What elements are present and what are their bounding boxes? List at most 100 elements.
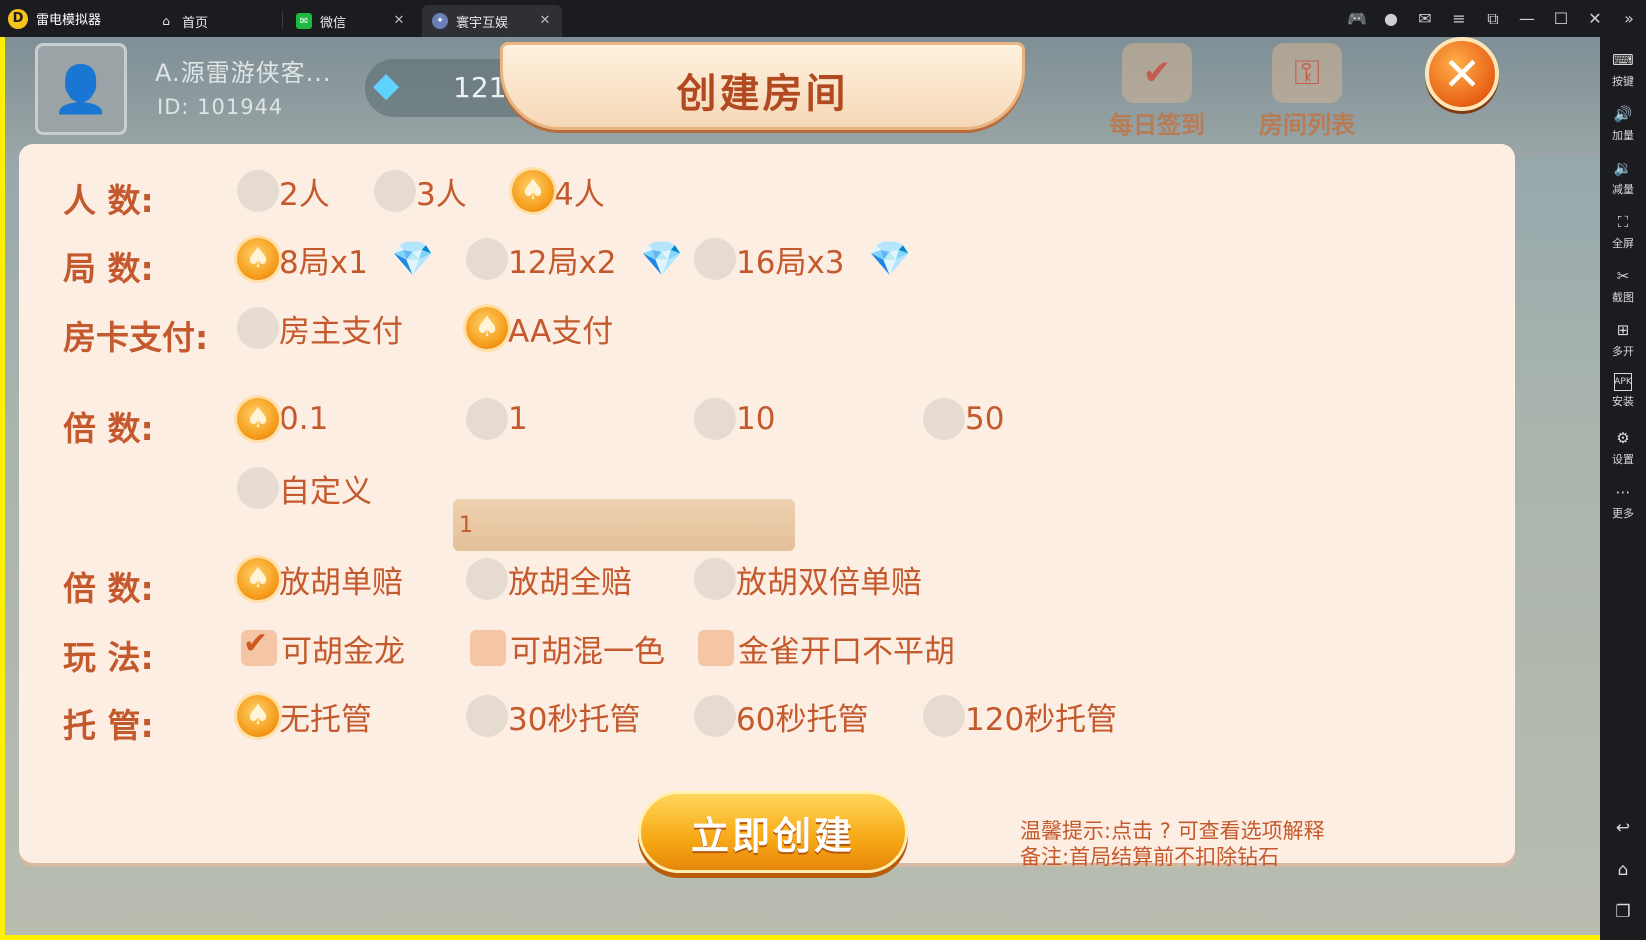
sidebar-item-volume-up[interactable]: 🔊 加量: [1600, 103, 1646, 155]
multiplier-option-1[interactable]: 1: [466, 397, 528, 441]
sidebar-item-fullscreen[interactable]: ⛶ 全屏: [1600, 211, 1646, 263]
diamond-icon: ◆: [373, 65, 400, 105]
sidebar-item-install[interactable]: APK 安装: [1600, 373, 1646, 425]
option-label: 50: [965, 401, 1005, 437]
multiplier-option-10[interactable]: 10: [694, 397, 775, 441]
payment-option-aa[interactable]: AA支付: [466, 306, 613, 350]
auto-option-60s[interactable]: 60秒托管: [694, 694, 868, 738]
multiplier-option-50[interactable]: 50: [923, 397, 1004, 441]
mail-icon[interactable]: ✉: [1408, 0, 1442, 37]
daily-checkin-button[interactable]: ✔ 每日签到: [1102, 43, 1212, 143]
auto-option-30s[interactable]: 30秒托管: [466, 694, 640, 738]
option-label: 无托管: [279, 701, 372, 738]
rounds-option-8[interactable]: 8局x1 💎: [237, 237, 434, 281]
note-text: 备注:首局结算前不扣除钻石: [1020, 845, 1280, 869]
rule-checkbox-golden-sparrow[interactable]: 金雀开口不平胡: [698, 626, 955, 670]
payment-label: 房卡支付:: [63, 318, 209, 357]
sidebar-item-screenshot[interactable]: ✂ 截图: [1600, 265, 1646, 317]
option-label: 60秒托管: [736, 701, 869, 738]
radio: [694, 238, 736, 280]
checkin-scroll-icon: ✔: [1122, 43, 1192, 103]
tab-wechat[interactable]: ✉ 微信 ✕: [286, 5, 416, 37]
custom-multiplier-input[interactable]: 1: [453, 499, 795, 551]
multiplier-option-0.1[interactable]: 0.1: [237, 397, 328, 441]
option-label: 3人: [416, 176, 467, 213]
radio: [237, 307, 279, 349]
players-option-2[interactable]: 2人: [237, 169, 330, 213]
option-label: 4人: [554, 176, 605, 213]
option-label: 10: [736, 401, 776, 437]
room-list-button[interactable]: ⚿ 房间列表: [1252, 43, 1362, 143]
payout-option-single[interactable]: 放胡单赔: [237, 557, 403, 601]
create-room-button[interactable]: 立即创建: [638, 791, 908, 873]
sidebar-item-volume-down[interactable]: 🔉 减量: [1600, 157, 1646, 209]
option-label: AA支付: [508, 313, 614, 350]
radio-selected: [237, 398, 279, 440]
gamepad-icon[interactable]: 🎮: [1340, 0, 1374, 37]
multiplier-option-custom[interactable]: 自定义: [237, 466, 372, 510]
sidebar-item-multi[interactable]: ⊞ 多开: [1600, 319, 1646, 371]
back-icon[interactable]: ↩: [1600, 810, 1646, 846]
option-label: 自定义: [279, 473, 372, 510]
rounds-label: 局 数:: [63, 249, 154, 288]
volume-up-icon: 🔊: [1613, 105, 1633, 123]
menu-icon[interactable]: ≡: [1442, 0, 1476, 37]
option-label: 可胡混一色: [510, 633, 665, 670]
user-name: A.源雷游侠客...: [155, 59, 332, 87]
scissors-icon: ✂: [1616, 267, 1630, 285]
maximize-icon[interactable]: ☐: [1544, 0, 1578, 37]
rule-checkbox-golden-dragon[interactable]: 可胡金龙: [241, 626, 405, 670]
avatar[interactable]: 👤: [35, 43, 127, 135]
multi-open-icon: ⊞: [1616, 321, 1630, 339]
game-screen: 👤 A.源雷游侠客... ID: 101944 ◆ 12199 ✔ 每日签到 ⚿…: [5, 37, 1600, 935]
radio: [466, 238, 508, 280]
close-tab-icon[interactable]: ✕: [392, 14, 406, 28]
sidebar-item-label: 减量: [1612, 183, 1634, 196]
tab-game[interactable]: ✦ 寰宇互娱 ✕: [422, 5, 562, 37]
home-nav-icon[interactable]: ⌂: [1600, 852, 1646, 888]
gear-icon: ⚙: [1616, 429, 1630, 447]
close-icon: ✕: [1442, 47, 1482, 101]
account-icon[interactable]: ●: [1374, 0, 1408, 37]
option-label: 8局x1: [279, 244, 368, 281]
option-label: 放胡单赔: [279, 564, 403, 601]
close-tab-icon[interactable]: ✕: [538, 14, 552, 28]
sidebar-item-keys[interactable]: ⌨ 按键: [1600, 49, 1646, 101]
sidebar-item-label: 多开: [1612, 345, 1634, 358]
volume-down-icon: 🔉: [1613, 159, 1633, 177]
recent-apps-icon[interactable]: ❐: [1600, 894, 1646, 930]
restore-icon[interactable]: ⧉: [1476, 0, 1510, 37]
checkbox: [698, 630, 734, 666]
payout-option-all[interactable]: 放胡全赔: [466, 557, 632, 601]
close-window-icon[interactable]: ✕: [1578, 0, 1612, 37]
radio-selected: [512, 170, 554, 212]
auto-option-none[interactable]: 无托管: [237, 694, 372, 738]
rule-checkbox-mixed-suit[interactable]: 可胡混一色: [470, 626, 665, 670]
close-dialog-button[interactable]: ✕: [1425, 37, 1499, 111]
payout-option-double[interactable]: 放胡双倍单赔: [694, 557, 922, 601]
payout-label: 倍 数:: [63, 569, 154, 608]
payment-option-host[interactable]: 房主支付: [237, 306, 403, 350]
more-icon: ⋯: [1615, 483, 1631, 501]
diamond-icon: 💎: [868, 239, 911, 279]
rounds-option-16[interactable]: 16局x3 💎: [694, 237, 911, 281]
checkbox-checked: [241, 626, 277, 666]
rounds-option-12[interactable]: 12局x2 💎: [466, 237, 683, 281]
collapse-sidebar-icon[interactable]: »: [1612, 0, 1646, 37]
radio: [923, 398, 965, 440]
wechat-icon: ✉: [296, 13, 312, 29]
rules-label: 玩 法:: [63, 638, 154, 677]
radio: [694, 558, 736, 600]
minimize-icon[interactable]: —: [1510, 0, 1544, 37]
tab-label: 首页: [182, 15, 209, 31]
sidebar-item-settings[interactable]: ⚙ 设置: [1600, 427, 1646, 479]
option-label: 放胡双倍单赔: [736, 564, 922, 601]
auto-option-120s[interactable]: 120秒托管: [923, 694, 1117, 738]
fullscreen-icon: ⛶: [1617, 213, 1629, 231]
sidebar-item-more[interactable]: ⋯ 更多: [1600, 481, 1646, 533]
room-list-label: 房间列表: [1259, 111, 1355, 139]
dialog-title-ribbon: 创建房间: [500, 42, 1025, 130]
players-option-4[interactable]: 4人: [512, 169, 605, 213]
tab-home[interactable]: ⌂ 首页: [148, 5, 278, 37]
players-option-3[interactable]: 3人: [374, 169, 467, 213]
